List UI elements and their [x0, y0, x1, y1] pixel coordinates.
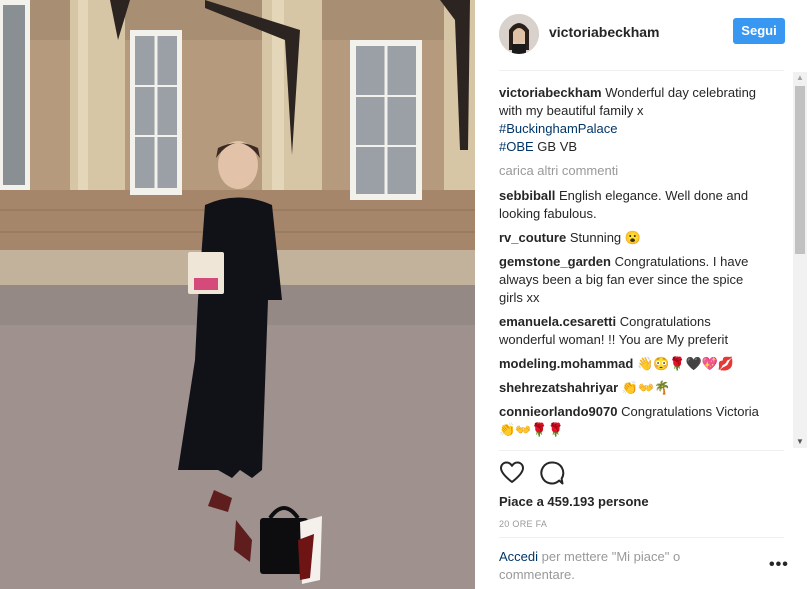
login-prompt: Accedi per mettere "Mi piace" o commenta…	[499, 548, 739, 584]
comment-item: shehrezatshahriyar 👏👐🌴	[499, 379, 769, 397]
comment-author-link[interactable]: connieorlando9070	[499, 404, 617, 419]
post-photo[interactable]	[0, 0, 475, 589]
comment-text: 👋😳🌹🖤💖💋	[636, 356, 735, 371]
scroll-up-arrow-icon[interactable]: ▲	[793, 72, 807, 84]
comment-item: connieorlando9070 Congratulations Victor…	[499, 403, 769, 439]
likes-count[interactable]: Piace a 459.193 persone	[499, 494, 649, 509]
hashtag-link-obe[interactable]: #OBE	[499, 139, 534, 154]
scrollbar-thumb[interactable]	[795, 86, 805, 254]
comment-author-link[interactable]: rv_couture	[499, 230, 566, 245]
comment-author-link[interactable]: shehrezatshahriyar	[499, 380, 618, 395]
load-more-comments-link[interactable]: carica altri commenti	[499, 162, 789, 180]
avatar-image	[499, 14, 539, 54]
comment-item: rv_couture Stunning 😮	[499, 229, 769, 247]
post-timestamp[interactable]: 20 ORE FA	[499, 519, 547, 529]
caption: victoriabeckham Wonderful day celebratin…	[499, 84, 769, 156]
comments-scrollbar[interactable]: ▲ ▼	[793, 72, 807, 448]
comment-text: 👏👐🌴	[621, 380, 671, 395]
comment-text: Stunning 😮	[569, 230, 641, 245]
caption-author-link[interactable]: victoriabeckham	[499, 85, 602, 100]
comment-item: modeling.mohammad 👋😳🌹🖤💖💋	[499, 355, 769, 373]
username-link[interactable]: victoriabeckham	[549, 24, 660, 40]
caption-suffix: GB VB	[533, 139, 578, 154]
comments-list[interactable]: victoriabeckham Wonderful day celebratin…	[499, 84, 789, 444]
scroll-down-arrow-icon[interactable]: ▼	[793, 436, 807, 448]
post-header: victoriabeckham Segui	[475, 0, 808, 70]
follow-button[interactable]: Segui	[733, 18, 785, 44]
post-sidebar: victoriabeckham Segui victoriabeckham Wo…	[475, 0, 808, 589]
footer-divider	[499, 537, 784, 538]
comment-icon[interactable]	[539, 460, 565, 486]
comment-author-link[interactable]: sebbiball	[499, 188, 555, 203]
comment-author-link[interactable]: emanuela.cesaretti	[499, 314, 616, 329]
comment-item: gemstone_garden Congratulations. I have …	[499, 253, 769, 307]
comment-author-link[interactable]: modeling.mohammad	[499, 356, 633, 371]
comment-author-link[interactable]: gemstone_garden	[499, 254, 611, 269]
login-link[interactable]: Accedi	[499, 549, 538, 564]
comment-item: sebbiball English elegance. Well done an…	[499, 187, 769, 223]
actions-divider	[499, 450, 784, 451]
heart-icon[interactable]	[499, 460, 525, 486]
post-photo-image	[0, 0, 475, 589]
hashtag-link-buckinghampalace[interactable]: #BuckinghamPalace	[499, 121, 618, 136]
more-options-icon[interactable]: •••	[769, 556, 789, 574]
avatar[interactable]	[499, 14, 539, 54]
header-divider	[499, 70, 784, 71]
comment-item: emanuela.cesaretti Congratulations wonde…	[499, 313, 769, 349]
